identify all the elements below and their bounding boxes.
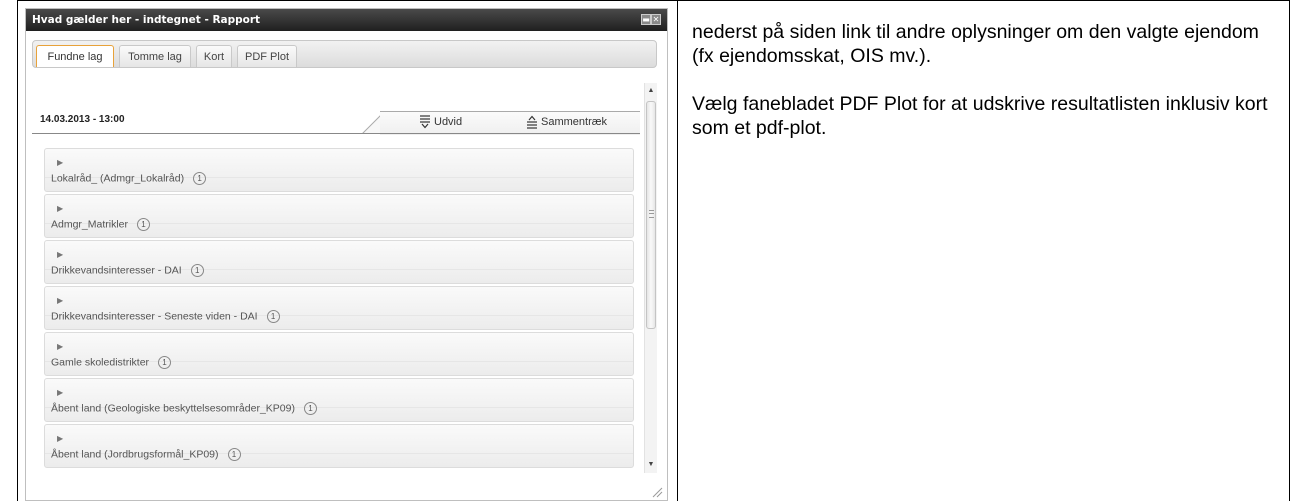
window-titlebar[interactable]: Hvad gælder her - indtegnet - Rapport ▬ … xyxy=(26,9,667,31)
report-window: Hvad gælder her - indtegnet - Rapport ▬ … xyxy=(25,8,668,501)
count-badge: 1 xyxy=(227,448,241,461)
layer-item-geologiske[interactable]: ▶ Åbent land (Geologiske beskyttelsesomr… xyxy=(44,378,634,422)
document-table-border xyxy=(17,0,1290,1)
layer-item-jordbrug[interactable]: ▶ Åbent land (Jordbrugsformål_KP09) 1 xyxy=(44,424,634,468)
layer-name: Drikkevandsinteresser - DAI xyxy=(51,264,182,277)
close-icon[interactable]: ✕ xyxy=(651,14,661,25)
doc-paragraph: nederst på siden link til andre oplysnin… xyxy=(692,21,1259,67)
tab-fundne-lag[interactable]: Fundne lag xyxy=(36,45,114,67)
layer-name: Drikkevandsinteresser - Seneste viden - … xyxy=(51,310,258,323)
tab-bar: Fundne lag Tomme lag Kort PDF Plot xyxy=(32,40,657,68)
scrollbar-thumb[interactable] xyxy=(646,101,656,329)
expand-arrow-icon[interactable]: ▶ xyxy=(57,342,63,351)
layer-item-skoledistrikter[interactable]: ▶ Gamle skoledistrikter 1 xyxy=(44,332,634,376)
minimize-icon[interactable]: ▬ xyxy=(641,14,651,25)
resize-grip-icon[interactable] xyxy=(651,486,663,498)
document-table-border xyxy=(1289,0,1290,501)
report-content: 14.03.2013 - 13:00 Udvid Sammentræk ▶ Lo… xyxy=(32,81,641,476)
vertical-scrollbar[interactable]: ▲ ▼ xyxy=(644,83,657,473)
layer-item-lokalraad[interactable]: ▶ Lokalråd_ (Admgr_Lokalråd) 1 xyxy=(44,148,634,192)
expand-all-button[interactable]: Udvid xyxy=(420,115,462,129)
tab-kort[interactable]: Kort xyxy=(196,45,232,67)
collapse-label: Sammentræk xyxy=(541,115,608,128)
layer-name: Gamle skoledistrikter xyxy=(51,356,150,369)
count-badge: 1 xyxy=(193,172,207,185)
expand-arrow-icon[interactable]: ▶ xyxy=(57,204,63,213)
layer-item-matrikler[interactable]: ▶ Admgr_Matrikler 1 xyxy=(44,194,634,238)
expand-icon xyxy=(420,115,430,129)
scroll-up-icon[interactable]: ▲ xyxy=(645,85,657,97)
count-badge: 1 xyxy=(303,402,317,415)
document-text: nederst på siden link til andre oplysnin… xyxy=(692,20,1282,140)
window-title: Hvad gælder her - indtegnet - Rapport xyxy=(32,14,261,26)
layer-name: Åbent land (Geologiske beskyttelsesområd… xyxy=(51,402,295,415)
expand-arrow-icon[interactable]: ▶ xyxy=(57,388,63,397)
layer-item-drikkevand-seneste[interactable]: ▶ Drikkevandsinteresser - Seneste viden … xyxy=(44,286,634,330)
count-badge: 1 xyxy=(190,264,204,277)
collapse-all-button[interactable]: Sammentræk xyxy=(527,115,607,129)
doc-paragraph: Vælg fanebladet PDF Plot for at udskrive… xyxy=(692,93,1268,139)
layer-name: Lokalråd_ (Admgr_Lokalråd) xyxy=(51,172,185,185)
expand-arrow-icon[interactable]: ▶ xyxy=(57,250,63,259)
window-controls: ▬ ✕ xyxy=(641,14,661,25)
expand-arrow-icon[interactable]: ▶ xyxy=(57,296,63,305)
layer-list: ▶ Lokalråd_ (Admgr_Lokalråd) 1 ▶ Admgr_Ma… xyxy=(44,148,634,470)
count-badge: 1 xyxy=(137,218,151,231)
header-divider xyxy=(32,133,640,134)
scroll-down-icon[interactable]: ▼ xyxy=(645,459,657,471)
report-datetime: 14.03.2013 - 13:00 xyxy=(40,114,125,125)
layer-item-drikkevand-dai[interactable]: ▶ Drikkevandsinteresser - DAI 1 xyxy=(44,240,634,284)
tab-tomme-lag[interactable]: Tomme lag xyxy=(119,45,191,67)
document-table-border xyxy=(677,0,678,501)
expand-label: Udvid xyxy=(434,115,463,128)
collapse-icon xyxy=(527,115,537,129)
layer-name: Admgr_Matrikler xyxy=(51,218,129,231)
expand-arrow-icon[interactable]: ▶ xyxy=(57,158,63,167)
count-badge: 1 xyxy=(158,356,172,369)
expand-arrow-icon[interactable]: ▶ xyxy=(57,434,63,443)
layer-name: Åbent land (Jordbrugsformål_KP09) xyxy=(51,448,219,461)
document-table-border xyxy=(17,0,18,501)
count-badge: 1 xyxy=(266,310,280,323)
tab-pdf-plot[interactable]: PDF Plot xyxy=(237,45,297,67)
grip-icon xyxy=(649,210,654,218)
